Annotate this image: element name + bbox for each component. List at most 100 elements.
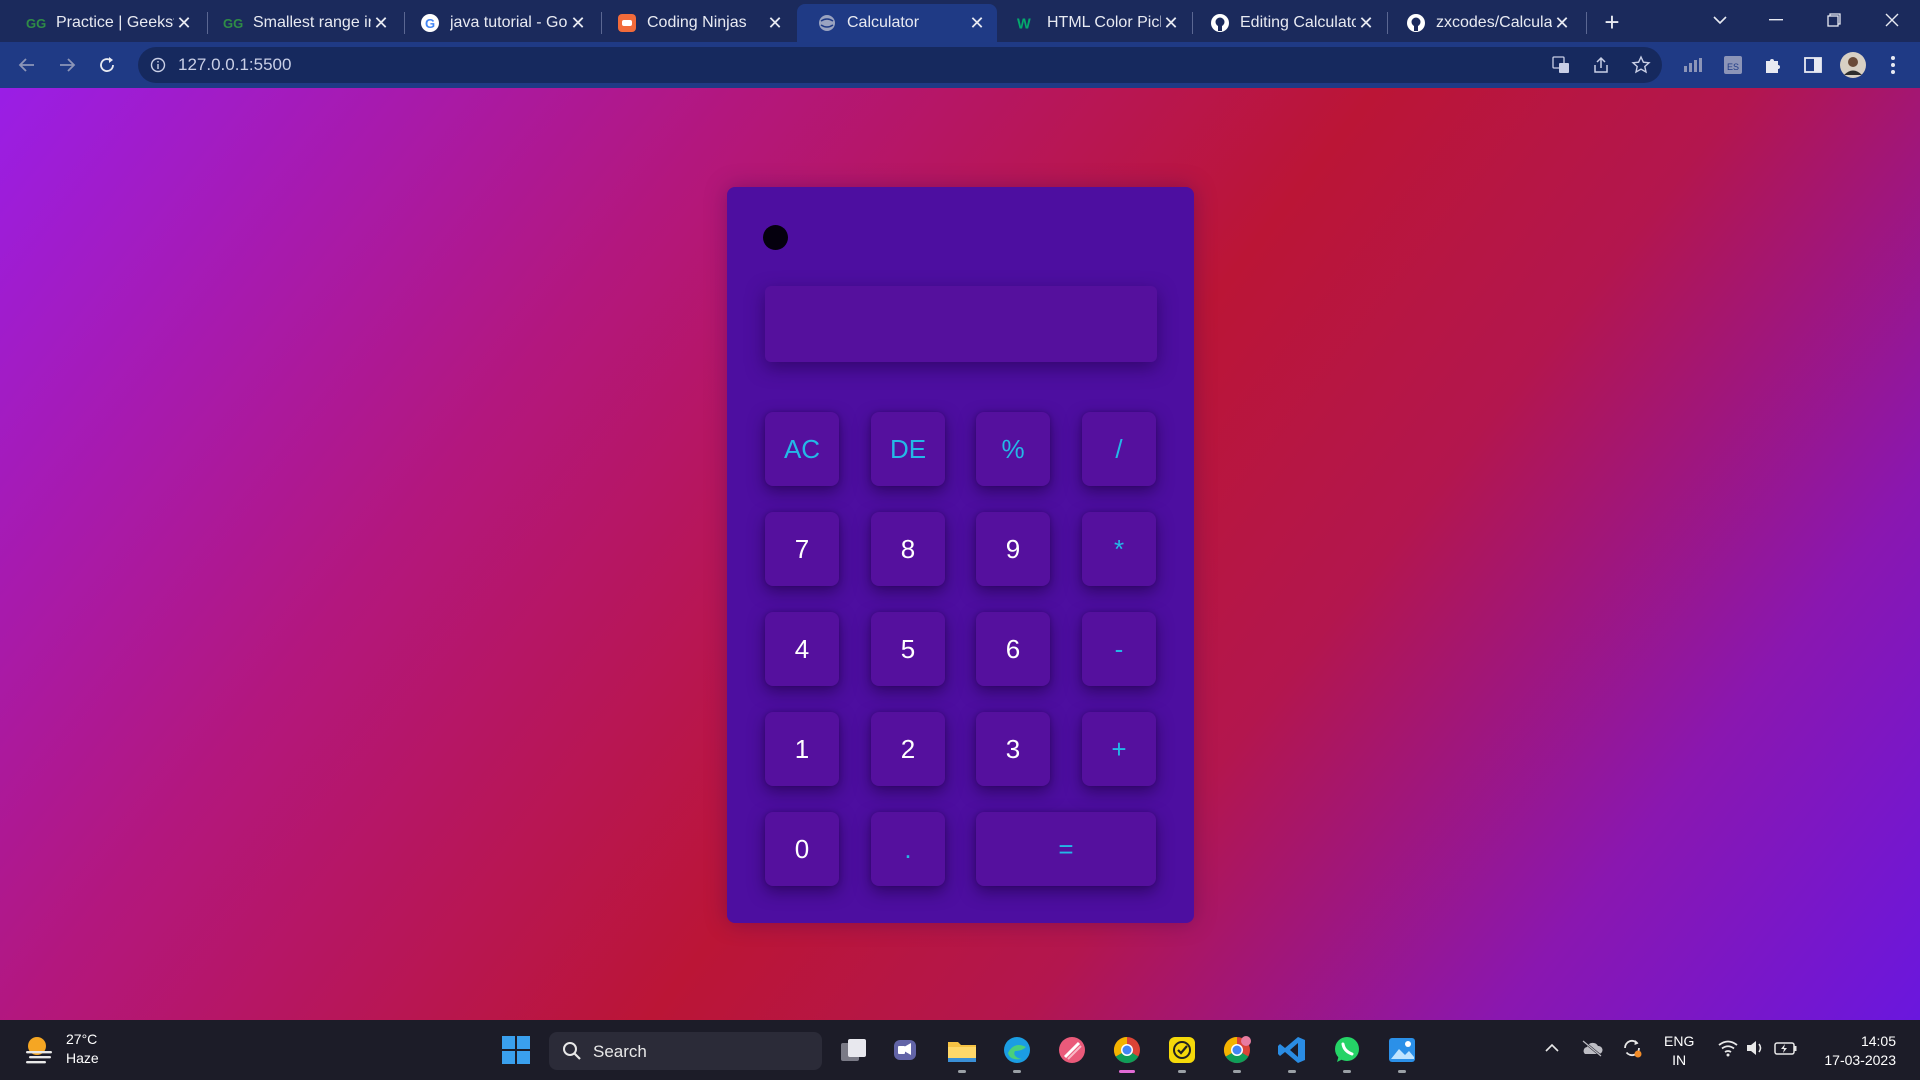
postman-app-icon[interactable] (1052, 1030, 1092, 1070)
reload-icon[interactable] (92, 50, 122, 80)
key-5[interactable]: 5 (871, 612, 945, 686)
close-tab-icon[interactable]: ✕ (967, 13, 987, 33)
tab-calculator[interactable]: Calculator ✕ (797, 4, 997, 42)
key-subtract[interactable]: - (1082, 612, 1156, 686)
language-code: ENG (1664, 1033, 1695, 1049)
tab-coding-ninjas[interactable]: Coding Ninjas ✕ (597, 4, 795, 42)
key-3[interactable]: 3 (976, 712, 1050, 786)
tab-java-tutorial[interactable]: G java tutorial - Google ✕ (400, 4, 598, 42)
close-tab-icon[interactable]: ✕ (1161, 13, 1181, 33)
wifi-icon[interactable] (1714, 1034, 1742, 1062)
key-percent[interactable]: % (976, 412, 1050, 486)
key-equals[interactable]: = (976, 812, 1156, 886)
close-tab-icon[interactable]: ✕ (174, 13, 194, 33)
tab-search-chevron-icon[interactable] (1692, 0, 1748, 40)
tab-smallest-range[interactable]: GG Smallest range in ✕ (203, 4, 401, 42)
side-panel-icon[interactable] (1798, 50, 1828, 80)
haze-sun-icon (26, 1037, 52, 1064)
theme-toggle-dot[interactable] (763, 225, 788, 250)
extensions-puzzle-icon[interactable] (1758, 50, 1788, 80)
new-tab-button[interactable]: + (1598, 7, 1626, 37)
close-tab-icon[interactable]: ✕ (1356, 13, 1376, 33)
close-tab-icon[interactable]: ✕ (1552, 13, 1572, 33)
close-tab-icon[interactable]: ✕ (371, 13, 391, 33)
weather-widget[interactable]: 27°C Haze (22, 1030, 99, 1068)
vscode-icon[interactable] (1272, 1030, 1312, 1073)
key-divide[interactable]: / (1082, 412, 1156, 486)
svg-text:ES: ES (1727, 62, 1739, 72)
key-decimal[interactable]: . (871, 812, 945, 886)
language-region: IN (1672, 1052, 1687, 1068)
key-2[interactable]: 2 (871, 712, 945, 786)
windows-start-icon[interactable] (496, 1030, 536, 1070)
clock-time: 14:05 (1860, 1033, 1896, 1049)
todo-checkmark-app-icon[interactable] (1162, 1030, 1202, 1073)
volume-icon[interactable] (1742, 1034, 1770, 1062)
close-tab-icon[interactable]: ✕ (568, 13, 588, 33)
search-placeholder: Search (593, 1042, 647, 1061)
site-info-icon[interactable] (148, 55, 168, 75)
taskbar-search-box[interactable]: Search (549, 1032, 822, 1070)
clock-date: 17-03-2023 (1824, 1052, 1896, 1068)
close-tab-icon[interactable]: ✕ (765, 13, 785, 33)
key-8[interactable]: 8 (871, 512, 945, 586)
key-clear-all[interactable]: AC (765, 412, 839, 486)
key-delete[interactable]: DE (871, 412, 945, 486)
key-0[interactable]: 0 (765, 812, 839, 886)
tab-zxcodes-calculator[interactable]: zxcodes/Calculator ✕ (1386, 4, 1582, 42)
weather-condition: Haze (66, 1050, 99, 1066)
tab-practice-geeksforgeeks[interactable]: GG Practice | GeeksforGeeks ✕ (6, 4, 204, 42)
share-icon[interactable] (1588, 52, 1614, 78)
teams-chat-icon[interactable] (887, 1030, 927, 1070)
tab-html-color-picker[interactable]: W HTML Color Picker ✕ (997, 4, 1191, 42)
key-9[interactable]: 9 (976, 512, 1050, 586)
close-window-button[interactable] (1864, 0, 1920, 40)
browser-menu-icon[interactable] (1878, 50, 1908, 80)
github-icon (1210, 13, 1230, 33)
tab-title: Smallest range in (253, 14, 371, 31)
chrome-browser-icon[interactable] (1107, 1030, 1147, 1073)
task-view-icon[interactable] (834, 1030, 874, 1070)
svg-text:W: W (1017, 16, 1031, 31)
w3schools-icon: W (1017, 13, 1037, 33)
key-7[interactable]: 7 (765, 512, 839, 586)
bookmark-star-icon[interactable] (1628, 52, 1654, 78)
language-indicator[interactable]: ENG IN (1664, 1032, 1694, 1070)
restore-button[interactable] (1806, 0, 1862, 40)
tab-title: java tutorial - Google (450, 14, 568, 31)
back-arrow-icon[interactable] (12, 50, 42, 80)
battery-charging-icon[interactable] (1772, 1034, 1800, 1062)
browser-toolbar: 127.0.0.1:5500 ES (0, 42, 1920, 88)
key-add[interactable]: + (1082, 712, 1156, 786)
performance-extension-icon[interactable] (1678, 50, 1708, 80)
forward-arrow-icon[interactable] (52, 50, 82, 80)
gfg-icon: GG (223, 13, 243, 33)
coding-ninjas-icon (617, 13, 637, 33)
minimize-button[interactable] (1748, 0, 1804, 40)
show-hidden-icons-chevron-icon[interactable] (1538, 1034, 1566, 1062)
onedrive-offline-icon[interactable] (1578, 1034, 1606, 1062)
profile-avatar[interactable] (1838, 50, 1868, 80)
globe-icon (817, 13, 837, 33)
es-extension-icon[interactable]: ES (1718, 50, 1748, 80)
key-6[interactable]: 6 (976, 612, 1050, 686)
calculator-display (765, 286, 1157, 362)
tab-editing-calculator[interactable]: Editing Calculator ✕ (1190, 4, 1386, 42)
chrome-profile-icon[interactable] (1217, 1030, 1257, 1073)
gfg-icon: GG (26, 13, 46, 33)
edge-browser-icon[interactable] (997, 1030, 1037, 1073)
key-multiply[interactable]: * (1082, 512, 1156, 586)
search-icon (563, 1042, 581, 1060)
github-icon (1406, 13, 1426, 33)
svg-text:GG: GG (26, 16, 46, 30)
address-bar[interactable]: 127.0.0.1:5500 (138, 47, 1662, 83)
svg-text:G: G (425, 16, 435, 31)
photos-app-icon[interactable] (1382, 1030, 1422, 1073)
file-explorer-icon[interactable] (942, 1030, 982, 1073)
key-1[interactable]: 1 (765, 712, 839, 786)
translate-icon[interactable] (1548, 52, 1574, 78)
sync-icon[interactable] (1618, 1034, 1646, 1062)
system-clock[interactable]: 14:05 17-03-2023 (1816, 1032, 1896, 1070)
key-4[interactable]: 4 (765, 612, 839, 686)
whatsapp-icon[interactable] (1327, 1030, 1367, 1073)
